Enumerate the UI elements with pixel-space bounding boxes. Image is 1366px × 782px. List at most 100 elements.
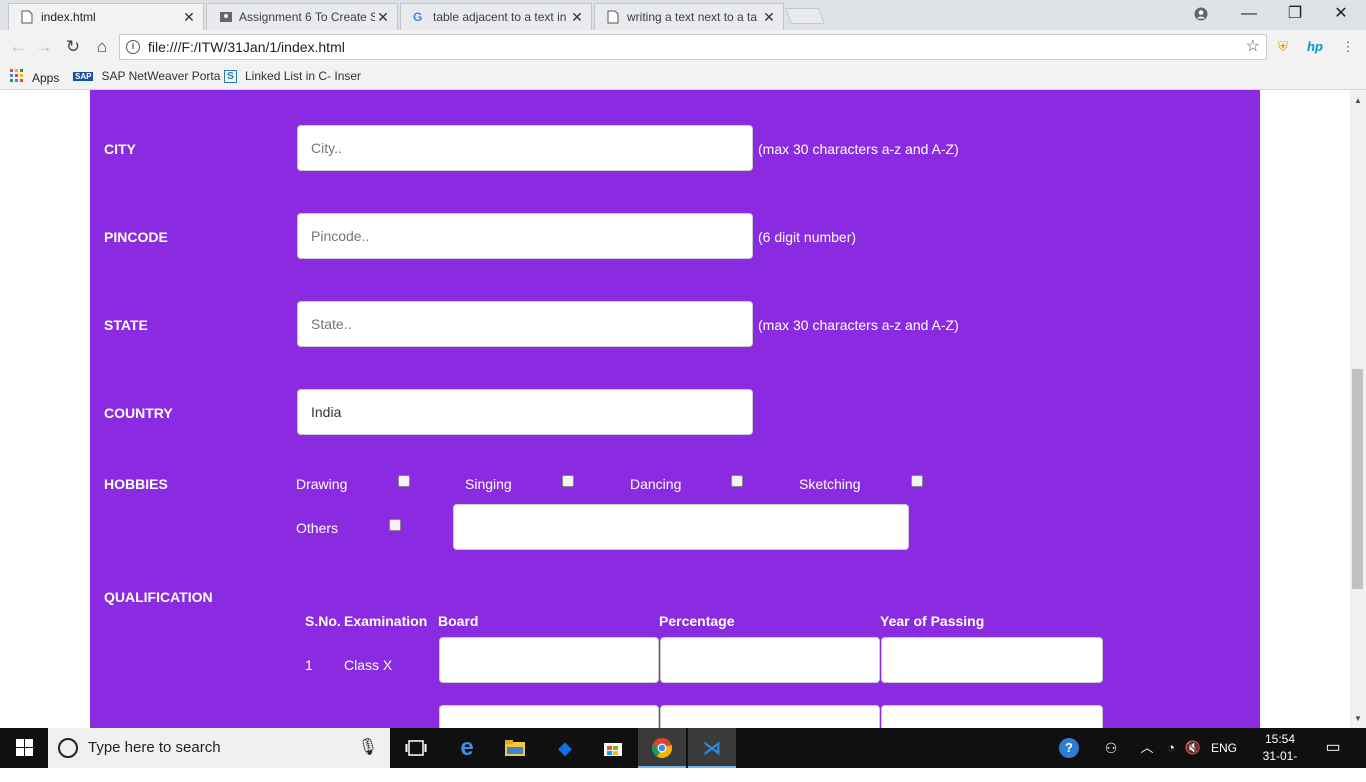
pincode-input[interactable] xyxy=(297,213,753,259)
bookmarks-bar: Apps SAP SAP NetWeaver Porta S Linked Li… xyxy=(0,64,1366,90)
state-label: STATE xyxy=(104,317,148,333)
tab-writing-text[interactable]: writing a text next to a ta ✕ xyxy=(594,3,784,30)
hobby-dancing-checkbox[interactable] xyxy=(731,475,743,487)
clock-time: 15:54 xyxy=(1264,732,1296,746)
qualification-label: QUALIFICATION xyxy=(104,589,213,605)
board-input[interactable] xyxy=(439,705,659,728)
taskbar: Type here to search 🎙 e ◆ ⋊ ? ⚇ ︿ ◔ 🔇 EN… xyxy=(0,728,1366,780)
form-panel: CITY (max 30 characters a-z and A-Z) PIN… xyxy=(90,90,1260,728)
tab-label: writing a text next to a ta xyxy=(627,10,758,24)
hobby-others-checkbox[interactable] xyxy=(389,519,401,531)
menu-dots-icon[interactable]: ⋮ xyxy=(1338,37,1358,57)
hp-icon[interactable]: hp xyxy=(1305,37,1325,57)
bookmark-site-icon: S xyxy=(224,69,237,83)
help-icon[interactable]: ? xyxy=(1055,728,1083,768)
chevron-up-icon[interactable]: ︿ xyxy=(1138,728,1156,768)
hobbies-label: HOBBIES xyxy=(104,476,168,492)
hobby-dancing-label: Dancing xyxy=(630,476,682,492)
url-text: file:///F:/ITW/31Jan/1/index.html xyxy=(148,39,345,55)
bookmark-sap[interactable]: SAP SAP NetWeaver Porta xyxy=(73,69,220,83)
info-icon[interactable]: i xyxy=(126,40,140,54)
clock[interactable]: 15:54 31-01-2018 xyxy=(1252,731,1308,782)
hobby-drawing-label: Drawing xyxy=(296,476,348,492)
close-window-button[interactable]: ✕ xyxy=(1318,0,1364,28)
file-explorer-icon[interactable] xyxy=(491,728,539,768)
bookmark-linked-list[interactable]: S Linked List in C- Inser xyxy=(224,69,361,83)
people-icon[interactable]: ⚇ xyxy=(1099,728,1123,768)
state-input[interactable] xyxy=(297,301,753,347)
percentage-input[interactable] xyxy=(660,637,880,683)
dropbox-icon[interactable]: ◆ xyxy=(541,728,589,768)
bookmark-label: SAP NetWeaver Porta xyxy=(101,69,221,83)
row-sno: 1 xyxy=(305,657,313,673)
year-input[interactable] xyxy=(881,637,1103,683)
tab-google-search[interactable]: G table adjacent to a text in ✕ xyxy=(400,3,592,30)
country-input[interactable] xyxy=(297,389,753,435)
cortana-icon xyxy=(58,738,78,758)
scroll-up-arrow-icon[interactable]: ▲ xyxy=(1354,96,1362,105)
pincode-label: PINCODE xyxy=(104,229,168,245)
apps-grid-icon xyxy=(10,69,24,86)
state-hint: (max 30 characters a-z and A-Z) xyxy=(758,317,959,333)
home-icon[interactable]: ⌂ xyxy=(90,35,114,59)
extension-shield-icon[interactable]: ⛨ xyxy=(1273,37,1293,57)
tab-index-html[interactable]: index.html ✕ xyxy=(8,3,204,30)
year-input[interactable] xyxy=(881,705,1103,728)
taskbar-search[interactable]: Type here to search 🎙 xyxy=(48,728,390,768)
city-hint: (max 30 characters a-z and A-Z) xyxy=(758,141,959,157)
hobby-singing-label: Singing xyxy=(465,476,512,492)
language-indicator[interactable]: ENG xyxy=(1207,728,1241,768)
hobby-others-input[interactable] xyxy=(453,504,909,550)
tab-assignment[interactable]: Assignment 6 To Create S ✕ xyxy=(206,3,398,30)
chrome-icon[interactable] xyxy=(638,728,686,768)
restore-button[interactable]: ❐ xyxy=(1272,0,1318,28)
sap-icon: SAP xyxy=(73,71,94,81)
back-arrow-icon[interactable]: ← xyxy=(6,35,30,59)
column-header-percentage: Percentage xyxy=(659,613,735,629)
pincode-hint: (6 digit number) xyxy=(758,229,857,245)
close-icon[interactable]: ✕ xyxy=(181,9,197,26)
scroll-down-arrow-icon[interactable]: ▼ xyxy=(1354,714,1362,723)
column-header-year: Year of Passing xyxy=(880,613,985,629)
close-icon[interactable]: ✕ xyxy=(569,9,585,26)
new-tab-button[interactable] xyxy=(785,8,825,24)
reload-icon[interactable]: ↻ xyxy=(61,35,85,59)
edge-icon[interactable]: e xyxy=(443,728,491,768)
classroom-icon xyxy=(219,10,232,24)
bookmark-apps[interactable]: Apps xyxy=(10,69,59,86)
page-viewport: CITY (max 30 characters a-z and A-Z) PIN… xyxy=(0,90,1350,728)
action-center-icon[interactable]: ▭ xyxy=(1318,728,1348,768)
row-exam: Class X xyxy=(344,657,393,673)
wifi-icon[interactable]: ◔ xyxy=(1161,728,1181,768)
microphone-icon[interactable]: 🎙 xyxy=(358,728,378,768)
hobby-drawing-checkbox[interactable] xyxy=(398,475,410,487)
board-input[interactable] xyxy=(439,637,659,683)
windows-start-icon[interactable] xyxy=(0,728,48,768)
address-bar[interactable]: i file:///F:/ITW/31Jan/1/index.html ☆ xyxy=(119,34,1267,60)
store-icon[interactable] xyxy=(589,728,637,768)
minimize-button[interactable]: — xyxy=(1226,0,1272,28)
percentage-input[interactable] xyxy=(660,705,880,728)
forward-arrow-icon[interactable]: → xyxy=(32,35,56,59)
page-scrollbar[interactable]: ▲ ▼ xyxy=(1350,90,1366,728)
hobby-sketching-label: Sketching xyxy=(799,476,861,492)
volume-muted-icon[interactable]: 🔇 xyxy=(1183,728,1203,768)
page-icon xyxy=(607,10,619,24)
bookmark-label: Linked List in C- Inser xyxy=(245,69,362,83)
search-placeholder: Type here to search xyxy=(88,739,221,756)
hobby-sketching-checkbox[interactable] xyxy=(911,475,923,487)
bookmark-label: Apps xyxy=(32,70,60,85)
vscode-icon[interactable]: ⋊ xyxy=(688,728,736,768)
city-input[interactable] xyxy=(297,125,753,171)
bookmark-star-icon[interactable]: ☆ xyxy=(1246,35,1260,59)
hobby-singing-checkbox[interactable] xyxy=(562,475,574,487)
scrollbar-thumb[interactable] xyxy=(1352,369,1363,589)
close-icon[interactable]: ✕ xyxy=(761,9,777,26)
page-icon xyxy=(21,10,33,24)
task-view-icon[interactable] xyxy=(392,728,440,768)
profile-icon[interactable] xyxy=(1178,0,1224,28)
tab-label: table adjacent to a text in xyxy=(433,10,567,24)
close-icon[interactable]: ✕ xyxy=(375,9,391,26)
tab-label: Assignment 6 To Create S xyxy=(239,10,375,24)
country-label: COUNTRY xyxy=(104,405,173,421)
